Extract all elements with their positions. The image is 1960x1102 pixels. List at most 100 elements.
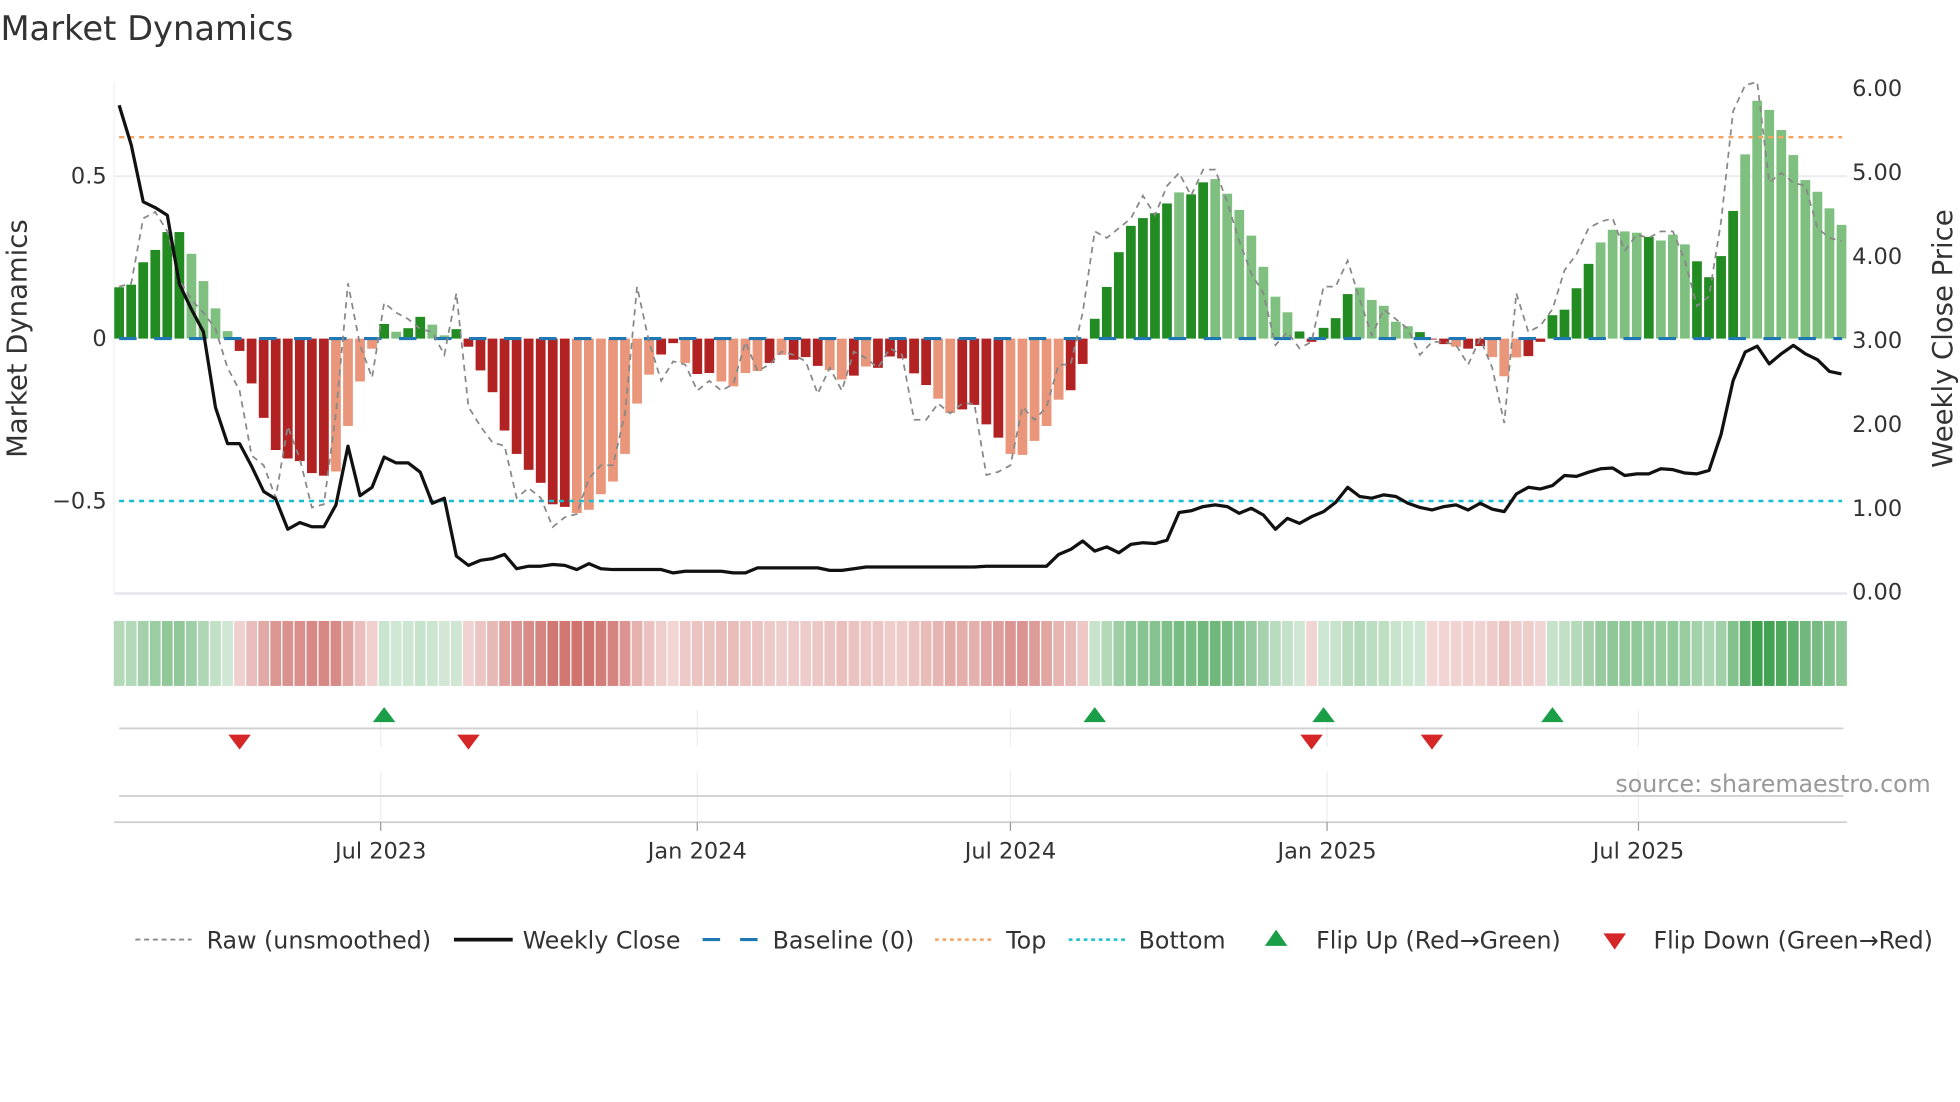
y-tick-left: −0.5 — [52, 489, 107, 515]
y-tick-right: 6.00 — [1852, 76, 1902, 102]
strip-cell-week-12 — [246, 620, 258, 686]
bar-week-141 — [1800, 180, 1811, 339]
strip-cell-week-23 — [378, 620, 390, 686]
bar-week-48 — [680, 338, 691, 363]
strip-cell-week-109 — [1414, 620, 1426, 686]
flip-markers-panel — [114, 707, 1848, 824]
strip-cell-week-124 — [1595, 620, 1606, 686]
bar-week-132 — [1692, 261, 1702, 339]
source-label: source: sharemaestro.com — [1615, 770, 1930, 798]
heat-strip — [113, 620, 1847, 686]
bar-week-88 — [1162, 203, 1172, 339]
strip-cell-week-49 — [691, 620, 703, 686]
strip-cell-week-75 — [1005, 620, 1016, 686]
legend-label: Flip Down (Green→Red) — [1653, 926, 1932, 954]
strip-cell-week-94 — [1233, 620, 1245, 686]
bar-week-31 — [475, 338, 486, 371]
strip-cell-week-80 — [1065, 620, 1077, 686]
bar-week-52 — [728, 338, 739, 387]
bar-week-16 — [294, 338, 305, 462]
strip-cell-week-114 — [1474, 620, 1486, 686]
strip-cell-week-42 — [607, 620, 619, 686]
flip-up-marker — [1541, 707, 1564, 723]
bar-week-62 — [848, 338, 859, 376]
strip-cell-week-47 — [667, 620, 679, 686]
strip-cell-week-130 — [1667, 620, 1679, 686]
strip-cell-week-6 — [173, 620, 185, 686]
bar-week-18 — [319, 338, 329, 476]
bar-week-68 — [921, 338, 931, 386]
y-tick-right: 0.00 — [1852, 580, 1902, 606]
strip-cell-week-53 — [740, 620, 751, 686]
strip-cell-week-108 — [1402, 620, 1414, 686]
strip-cell-week-140 — [1787, 620, 1799, 686]
x-tick-label: Jul 2025 — [1591, 838, 1684, 864]
y-tick-right: 4.00 — [1852, 244, 1902, 270]
strip-cell-week-17 — [306, 620, 318, 686]
strip-cell-week-110 — [1426, 620, 1438, 686]
bar-week-99 — [1294, 331, 1305, 339]
strip-cell-week-74 — [993, 620, 1004, 686]
bar-week-131 — [1680, 244, 1690, 339]
strip-cell-week-126 — [1619, 620, 1631, 686]
bar-week-33 — [499, 338, 510, 431]
bar-week-50 — [704, 338, 715, 374]
bar-week-37 — [547, 338, 558, 505]
bar-week-73 — [981, 338, 992, 425]
bar-week-13 — [258, 338, 269, 418]
legend-item-close: Weekly Close — [453, 926, 680, 954]
strip-cell-week-13 — [258, 620, 270, 686]
bar-week-54 — [752, 338, 763, 372]
legend-item-raw: Raw (unsmoothed) — [135, 926, 431, 954]
strip-cell-week-127 — [1631, 620, 1643, 686]
strip-cell-week-19 — [330, 620, 342, 686]
strip-cell-week-22 — [366, 620, 378, 686]
strip-cell-week-79 — [1053, 620, 1064, 686]
bar-week-72 — [969, 338, 980, 405]
strip-cell-week-100 — [1306, 620, 1317, 686]
strip-cell-week-55 — [764, 620, 775, 686]
strip-cell-week-87 — [1149, 620, 1161, 686]
bar-week-82 — [1089, 318, 1100, 339]
strip-cell-week-92 — [1209, 620, 1221, 686]
bar-week-104 — [1354, 287, 1365, 339]
strip-cell-week-28 — [438, 620, 450, 686]
legend-item-flip_up: Flip Up (Red→Green) — [1264, 926, 1561, 954]
strip-cell-week-37 — [547, 620, 559, 686]
strip-cell-week-31 — [475, 620, 486, 686]
strip-cell-week-52 — [728, 620, 739, 686]
bar-week-134 — [1716, 256, 1726, 339]
strip-cell-week-40 — [583, 620, 595, 686]
strip-cell-week-63 — [860, 620, 872, 686]
strip-cell-week-132 — [1691, 620, 1703, 686]
bar-week-44 — [632, 338, 642, 404]
bar-week-83 — [1101, 286, 1112, 339]
strip-cell-week-21 — [354, 620, 366, 686]
strip-cell-week-64 — [872, 620, 884, 686]
bar-week-34 — [511, 338, 522, 454]
strip-cell-week-135 — [1727, 620, 1739, 686]
strip-cell-week-10 — [222, 620, 233, 686]
y-axis-label-right: Weekly Close Price — [1927, 209, 1959, 467]
bar-week-92 — [1210, 179, 1221, 339]
legend-item-baseline: Baseline (0) — [702, 926, 914, 954]
strip-cell-week-144 — [1836, 620, 1847, 686]
strip-cell-week-39 — [571, 620, 583, 686]
strip-cell-week-3 — [137, 620, 149, 686]
strip-cell-week-72 — [968, 620, 980, 686]
strip-cell-week-95 — [1245, 620, 1257, 686]
bar-week-15 — [282, 338, 293, 459]
y-tick-right: 5.00 — [1852, 160, 1902, 186]
strip-cell-week-113 — [1462, 620, 1474, 686]
strip-cell-week-111 — [1438, 620, 1450, 686]
bar-week-61 — [836, 338, 847, 380]
strip-cell-week-116 — [1498, 620, 1510, 686]
strip-cell-week-78 — [1041, 620, 1052, 686]
strip-cell-week-137 — [1751, 620, 1763, 686]
strip-cell-week-106 — [1378, 620, 1390, 686]
strip-cell-week-29 — [451, 620, 462, 686]
strip-cell-week-27 — [426, 620, 438, 686]
bar-week-26 — [415, 316, 426, 339]
flip-down-marker — [1420, 734, 1444, 750]
bar-week-59 — [812, 338, 823, 366]
